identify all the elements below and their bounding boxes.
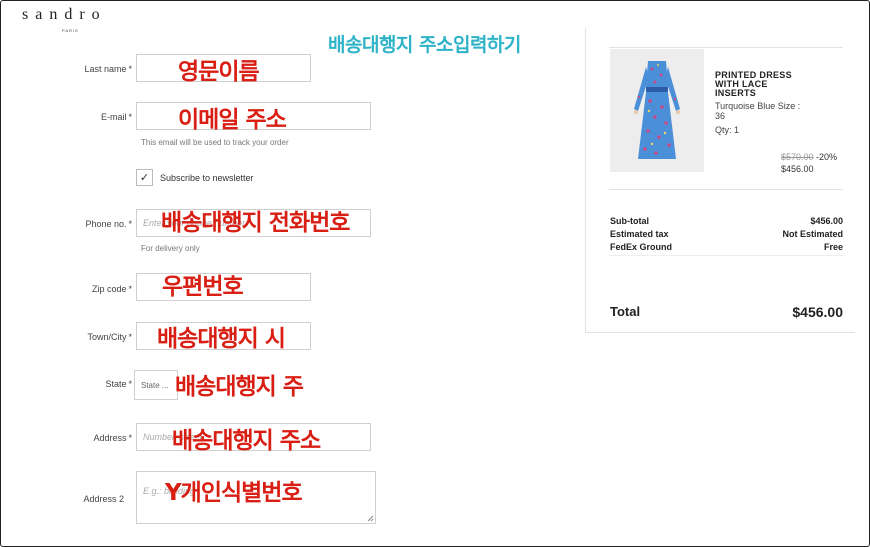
total-label: Total	[610, 304, 641, 319]
product-price: $456.00	[781, 164, 814, 174]
brand-logo[interactable]: sandro	[22, 6, 107, 24]
phone-label: Phone no. *	[12, 219, 132, 229]
newsletter-label[interactable]: Subscribe to newsletter	[160, 173, 254, 183]
required-mark: *	[128, 284, 132, 294]
summary-divider	[609, 189, 843, 190]
address-label: Address *	[12, 433, 132, 443]
required-mark: *	[128, 332, 132, 342]
city-label: Town/City *	[12, 332, 132, 342]
annotation-zip: 우편번호	[162, 274, 244, 300]
product-variant: Turquoise Blue Size : 36	[715, 101, 801, 121]
annotation-address2: Y개인식별번호	[165, 480, 303, 506]
state-label: State *	[12, 379, 132, 389]
annotation-address: 배송대행지 주소	[172, 428, 321, 454]
annotation-city: 배송대행지 시	[157, 326, 286, 352]
summary-top-divider	[609, 47, 843, 48]
total-value: $456.00	[792, 304, 843, 320]
last-name-label-text: Last name	[84, 64, 127, 74]
tax-row: Estimated tax Not Estimated	[610, 229, 843, 239]
product-image[interactable]	[610, 49, 704, 172]
subtotal-row: Sub-total $456.00	[610, 216, 843, 226]
last-name-label: Last name *	[12, 64, 132, 74]
email-label: E-mail *	[12, 112, 132, 122]
required-mark: *	[128, 64, 132, 74]
shipping-row: FedEx Ground Free	[610, 242, 843, 252]
tax-value: Not Estimated	[782, 229, 843, 239]
state-select[interactable]: State ...	[134, 370, 178, 400]
annotation-state: 배송대행지 주	[175, 374, 304, 400]
phone-label-text: Phone no.	[85, 219, 127, 229]
zip-label: Zip code *	[12, 284, 132, 294]
required-mark: *	[128, 433, 132, 443]
email-hint: This email will be used to track your or…	[141, 138, 289, 147]
state-label-text: State	[105, 379, 127, 389]
city-label-text: Town/City	[87, 332, 127, 342]
address-label-text: Address	[93, 433, 127, 443]
total-row: Total $456.00	[610, 304, 843, 320]
newsletter-checkbox[interactable]: ✓	[136, 169, 153, 186]
subtotal-value: $456.00	[810, 216, 843, 226]
annotation-email: 이메일 주소	[178, 107, 287, 133]
required-mark: *	[128, 112, 132, 122]
annotation-phone: 배송대행지 전화번호	[161, 210, 350, 236]
resize-handle-icon[interactable]	[366, 514, 374, 522]
product-qty: Qty: 1	[715, 125, 740, 135]
required-mark: *	[128, 219, 132, 229]
subtotal-label: Sub-total	[610, 216, 649, 226]
tax-label: Estimated tax	[610, 229, 669, 239]
brand-logo-sub: PARIS	[62, 28, 79, 33]
product-old-price: $570.00	[781, 152, 814, 162]
summary-divider-2	[609, 255, 843, 256]
phone-hint: For delivery only	[141, 244, 200, 253]
shipping-value: Free	[823, 242, 843, 252]
annotation-last-name: 영문이름	[178, 59, 260, 85]
zip-label-text: Zip code	[91, 284, 127, 294]
email-label-text: E-mail	[100, 112, 127, 122]
dress-icon	[610, 49, 704, 172]
product-discount: -20%	[816, 152, 838, 162]
address2-label: Address 2	[83, 494, 124, 504]
shipping-label: FedEx Ground	[610, 242, 673, 252]
product-name[interactable]: PRINTED DRESS WITH LACE INSERTS	[715, 71, 805, 98]
required-mark: *	[128, 379, 132, 389]
overlay-title: 배송대행지 주소입력하기	[328, 34, 521, 56]
